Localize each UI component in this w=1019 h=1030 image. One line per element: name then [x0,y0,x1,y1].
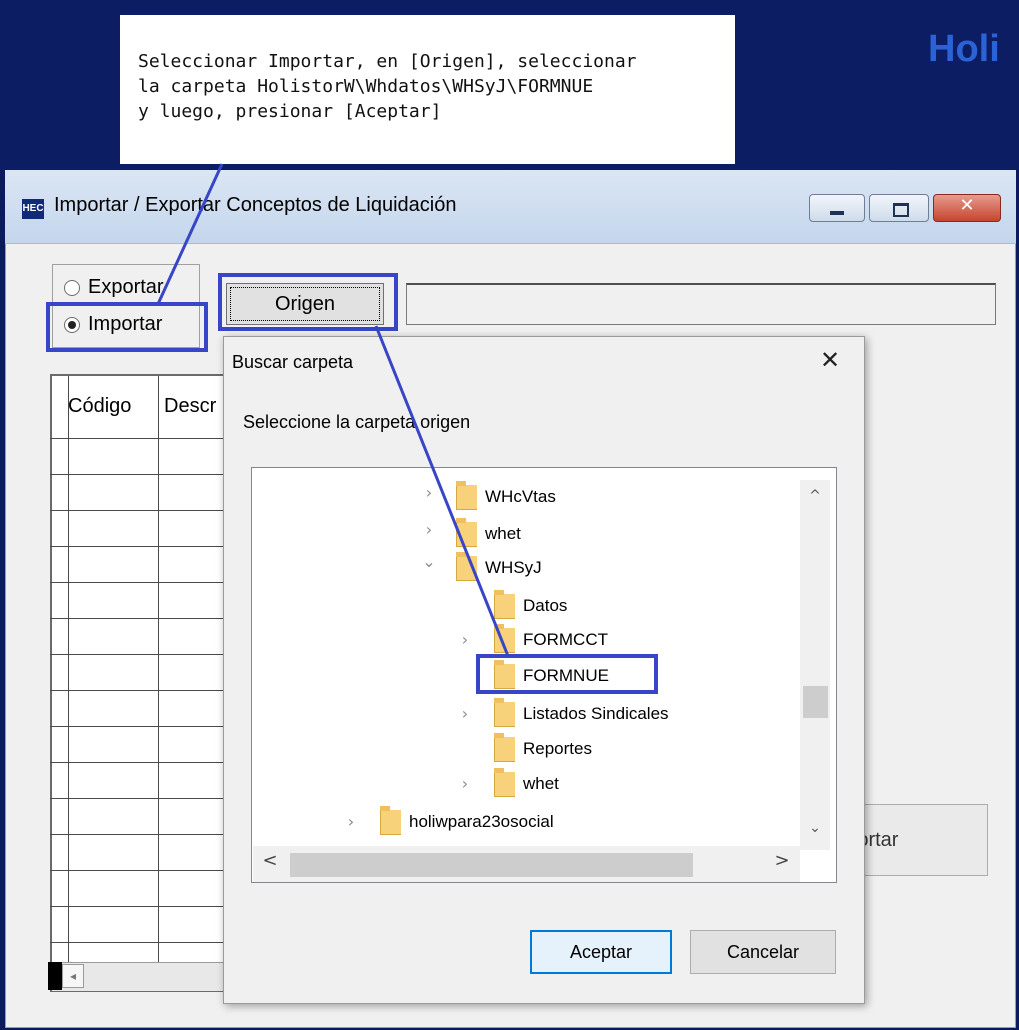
connector-callout-importar [156,163,224,305]
connector-origen-formnue [374,325,510,657]
annotation-connectors [156,163,510,657]
